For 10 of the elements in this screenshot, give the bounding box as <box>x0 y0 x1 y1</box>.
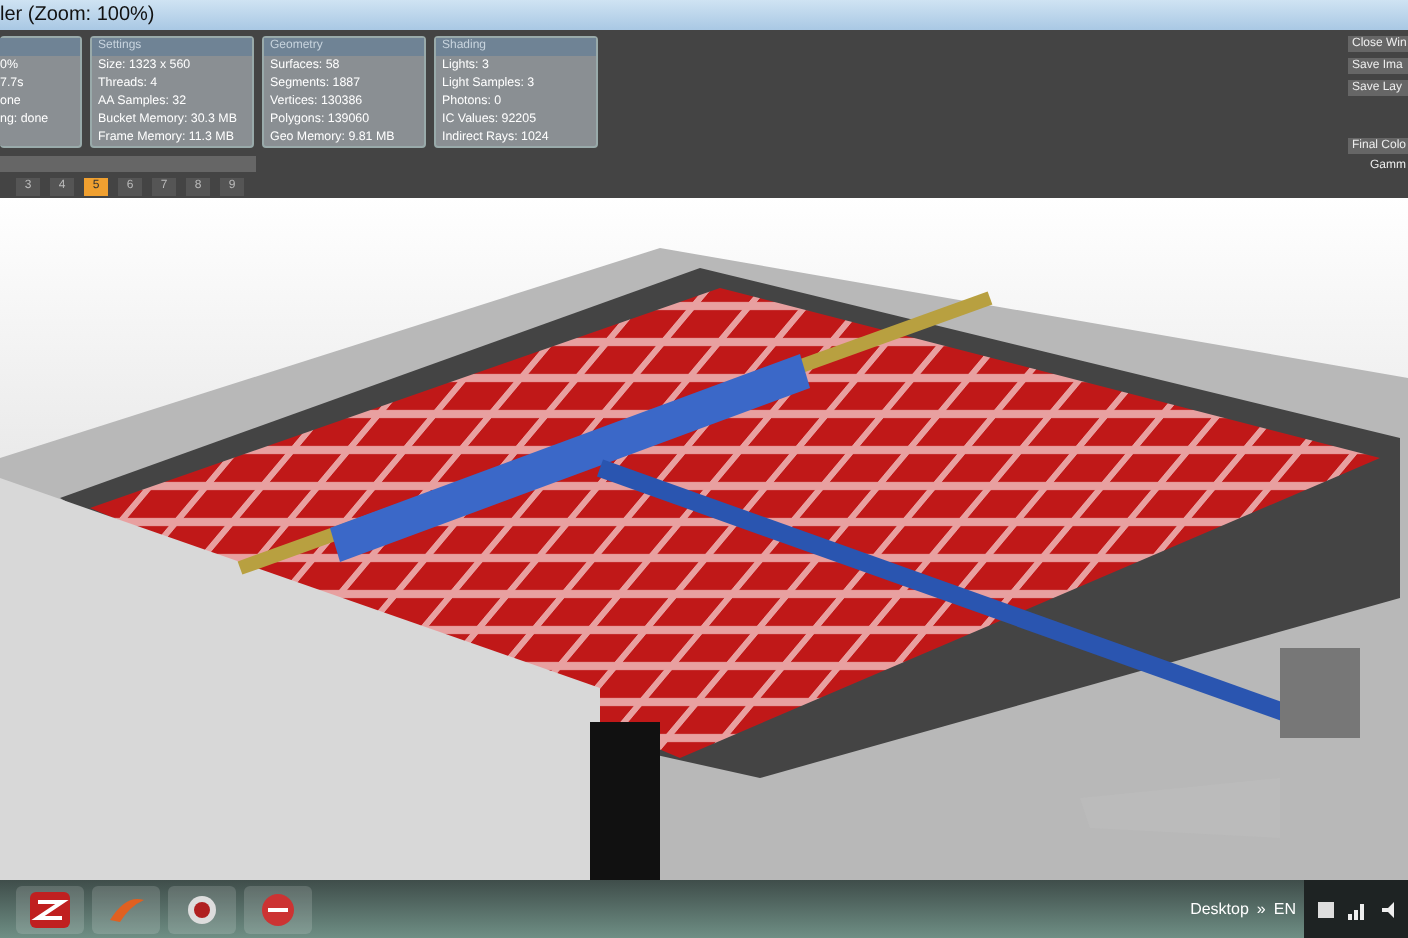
language-indicator[interactable]: EN <box>1273 900 1296 918</box>
window-title: ler (Zoom: 100%) <box>0 0 1408 30</box>
toolbar-chevron[interactable]: » <box>1256 900 1266 918</box>
app-icon[interactable] <box>244 885 312 933</box>
signal-icon[interactable] <box>1348 899 1368 919</box>
desktop-toolbar-label[interactable]: Desktop <box>1190 900 1249 918</box>
speaker-icon[interactable] <box>1380 899 1400 919</box>
app-icon[interactable] <box>168 885 236 933</box>
panel-header <box>0 38 80 56</box>
app-logo-icon[interactable] <box>16 885 84 933</box>
